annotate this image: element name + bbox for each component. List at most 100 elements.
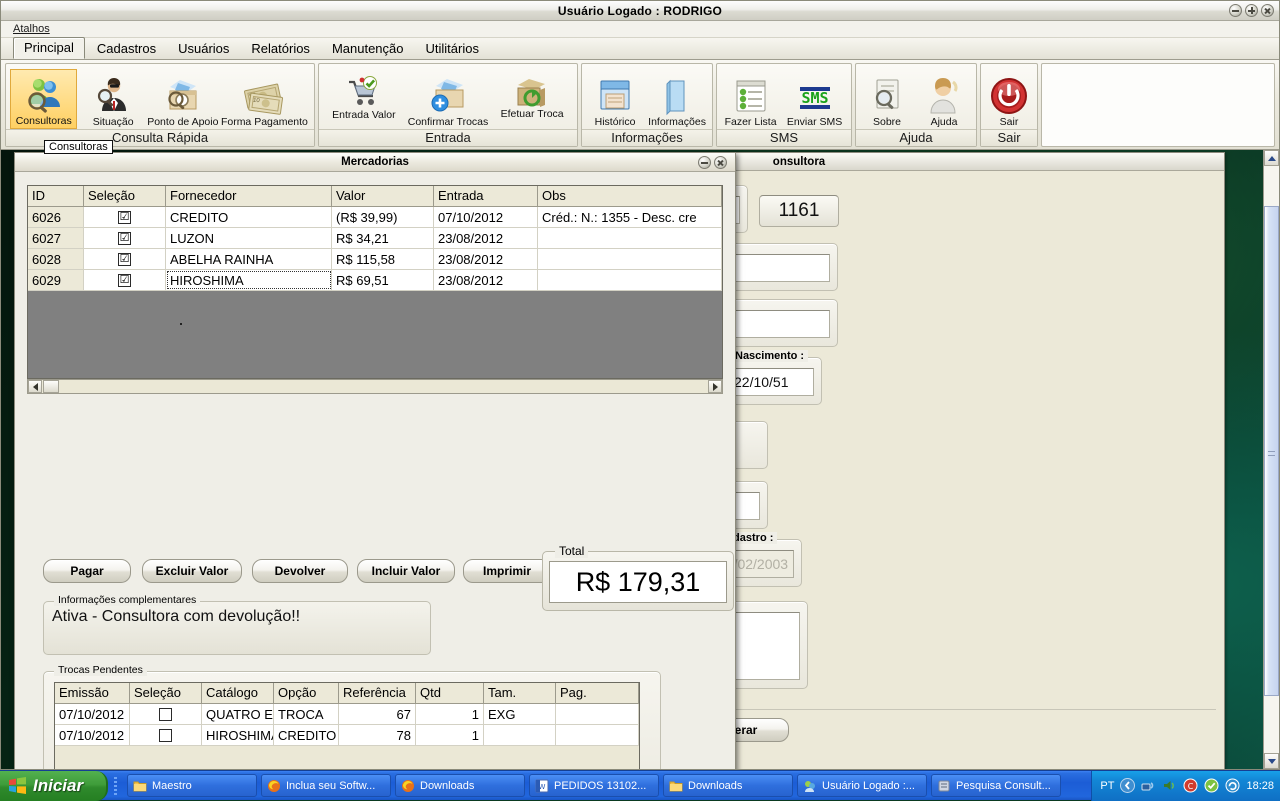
mercadorias-window: Mercadorias ID Seleção Fornecedor Valor … — [14, 152, 736, 769]
scroll-right-icon[interactable] — [708, 380, 722, 393]
ribbon-button-sair[interactable]: Sair — [985, 71, 1033, 129]
updates-icon[interactable] — [1225, 778, 1240, 793]
taskbar-item-downloads-2[interactable]: Downloads — [663, 774, 793, 797]
taskbar-item-usuario-logado[interactable]: Usuário Logado :... — [797, 774, 927, 797]
cell-opcao: TROCA — [274, 704, 339, 724]
ribbon-group-sms: Fazer Lista SMS Enviar SMS SMS — [716, 63, 852, 147]
ribbon-button-fazer-lista[interactable]: Fazer Lista — [721, 71, 780, 129]
box-plus-icon — [426, 73, 470, 117]
col-valor: Valor — [332, 186, 434, 206]
taskbar-item-maestro[interactable]: Maestro — [127, 774, 257, 797]
tray-clock[interactable]: 18:28 — [1246, 780, 1274, 792]
tab-relatorios[interactable]: Relatórios — [241, 39, 320, 59]
ribbon-group-title-sair: Sair — [981, 129, 1037, 146]
taskbar-item-inclua-seu-software[interactable]: Inclua seu Softw... — [261, 774, 391, 797]
imprimir-button[interactable]: Imprimir — [463, 559, 551, 583]
cell-selecao[interactable] — [130, 704, 202, 724]
cell-fornecedor[interactable]: HIROSHIMA — [166, 270, 332, 290]
trocas-grid[interactable]: Emissão Seleção Catálogo Opção Referênci… — [54, 682, 640, 769]
cell-entrada: 23/08/2012 — [434, 270, 538, 290]
taskbar-item-pesquisa-consultora[interactable]: Pesquisa Consult... — [931, 774, 1061, 797]
checkbox-checked-icon[interactable]: ☑ — [118, 232, 131, 245]
tab-usuarios[interactable]: Usuários — [168, 39, 239, 59]
table-row[interactable]: 07/10/2012 QUATRO ES TROCA 67 1 EXG — [55, 704, 639, 725]
excluir-valor-button[interactable]: Excluir Valor — [142, 559, 242, 583]
checkbox-checked-icon[interactable]: ☑ — [118, 211, 131, 224]
tab-manutencao[interactable]: Manutenção — [322, 39, 414, 59]
checkbox-unchecked-icon[interactable] — [159, 729, 172, 742]
security-shield-icon[interactable] — [1204, 778, 1219, 793]
cell-selecao[interactable]: ☑ — [84, 228, 166, 248]
table-row[interactable]: 6026 ☑ CREDITO (R$ 39,99) 07/10/2012 Cré… — [28, 207, 722, 228]
ribbon-group-title-ajuda: Ajuda — [856, 129, 976, 146]
checkbox-unchecked-icon[interactable] — [159, 708, 172, 721]
checkbox-checked-icon[interactable]: ☑ — [118, 274, 131, 287]
menu-item-atalhos[interactable]: Atalhos — [13, 23, 50, 35]
tab-principal[interactable]: Principal — [13, 37, 85, 59]
devolver-button[interactable]: Devolver — [252, 559, 348, 583]
mercadorias-grid[interactable]: ID Seleção Fornecedor Valor Entrada Obs … — [27, 185, 723, 379]
taskbar-item-pedidos[interactable]: W PEDIDOS 13102... — [529, 774, 659, 797]
pagar-button[interactable]: Pagar — [43, 559, 131, 583]
tab-cadastros[interactable]: Cadastros — [87, 39, 166, 59]
table-row[interactable]: 6028 ☑ ABELHA RAINHA R$ 115,58 23/08/201… — [28, 249, 722, 270]
scroll-up-icon[interactable] — [1264, 150, 1279, 166]
cell-emissao: 07/10/2012 — [55, 704, 130, 724]
taskbar-grip-icon[interactable] — [114, 777, 117, 795]
scroll-down-icon[interactable] — [1264, 753, 1279, 769]
cell-emissao: 07/10/2012 — [55, 725, 130, 745]
cell-selecao[interactable]: ☑ — [84, 249, 166, 269]
checkbox-checked-icon[interactable]: ☑ — [118, 253, 131, 266]
tray-language[interactable]: PT — [1100, 780, 1114, 792]
ribbon-group-entrada: Entrada Valor Confirmar Trocas — [318, 63, 578, 147]
antivirus-icon[interactable]: C — [1183, 778, 1198, 793]
ribbon-button-informacoes[interactable]: Informações — [646, 71, 708, 129]
taskbar-item-label: Downloads — [420, 780, 474, 792]
ribbon-button-ponto-de-apoio[interactable]: Ponto de Apoio — [149, 71, 217, 129]
mdi-scroll-thumb[interactable] — [1264, 206, 1279, 696]
ribbon-button-situacao[interactable]: Situação — [79, 71, 146, 129]
menu-item-atalhos-label: Atalhos — [13, 23, 50, 35]
input-nascimento[interactable]: 22/10/51 — [728, 368, 814, 396]
ribbon-button-sobre[interactable]: Sobre — [860, 71, 914, 129]
maximize-icon[interactable] — [1245, 4, 1258, 17]
ribbon-button-enviar-sms[interactable]: SMS Enviar SMS — [782, 79, 847, 129]
hscroll-thumb[interactable] — [43, 380, 59, 393]
ribbon-button-forma-pagamento[interactable]: 50 10 Forma Pagamento — [219, 71, 310, 129]
app-icon — [803, 779, 817, 793]
close-icon[interactable] — [1261, 4, 1274, 17]
svg-text:W: W — [539, 783, 546, 791]
ribbon-button-historico[interactable]: Histórico — [586, 71, 644, 129]
cell-selecao[interactable]: ☑ — [84, 207, 166, 227]
col-emissao: Emissão — [55, 683, 130, 703]
tab-utilitarios[interactable]: Utilitários — [416, 39, 489, 59]
ribbon-button-ajuda[interactable]: Ajuda — [916, 71, 972, 129]
table-row[interactable]: 6029 ☑ HIROSHIMA R$ 69,51 23/08/2012 — [28, 270, 722, 291]
ribbon-button-confirmar-trocas[interactable]: Confirmar Trocas — [407, 71, 490, 129]
mercadorias-close-icon[interactable] — [714, 156, 727, 169]
cell-selecao[interactable] — [130, 725, 202, 745]
start-button[interactable]: Iniciar — [0, 771, 108, 801]
table-row[interactable]: 07/10/2012 HIROSHIMA CREDITO 78 1 — [55, 725, 639, 746]
cell-fornecedor: ABELHA RAINHA — [166, 249, 332, 269]
minimize-icon[interactable] — [1229, 4, 1242, 17]
mdi-vertical-scrollbar[interactable] — [1263, 150, 1279, 769]
incluir-valor-button[interactable]: Incluir Valor — [357, 559, 455, 583]
ribbon-button-ponto-de-apoio-label: Ponto de Apoio — [147, 117, 218, 128]
mdi-scroll-track[interactable] — [1264, 166, 1279, 753]
cell-pag — [556, 725, 639, 745]
table-row[interactable]: 6027 ☑ LUZON R$ 34,21 23/08/2012 — [28, 228, 722, 249]
cell-catalogo: QUATRO ES — [202, 704, 274, 724]
col-opcao: Opção — [274, 683, 339, 703]
mercadorias-grid-hscrollbar[interactable] — [27, 379, 723, 394]
taskbar-item-downloads-1[interactable]: Downloads — [395, 774, 525, 797]
volume-icon[interactable] — [1162, 778, 1177, 793]
scroll-left-icon[interactable] — [28, 380, 42, 393]
mercadorias-minimize-icon[interactable] — [698, 156, 711, 169]
network-icon[interactable] — [1141, 778, 1156, 793]
ribbon-button-efetuar-troca[interactable]: Efetuar Troca — [491, 75, 573, 121]
ribbon-button-entrada-valor[interactable]: Entrada Valor — [323, 74, 405, 122]
cell-selecao[interactable]: ☑ — [84, 270, 166, 290]
show-hidden-icons-icon[interactable] — [1120, 778, 1135, 793]
ribbon-button-consultoras[interactable]: Consultoras — [10, 69, 77, 129]
